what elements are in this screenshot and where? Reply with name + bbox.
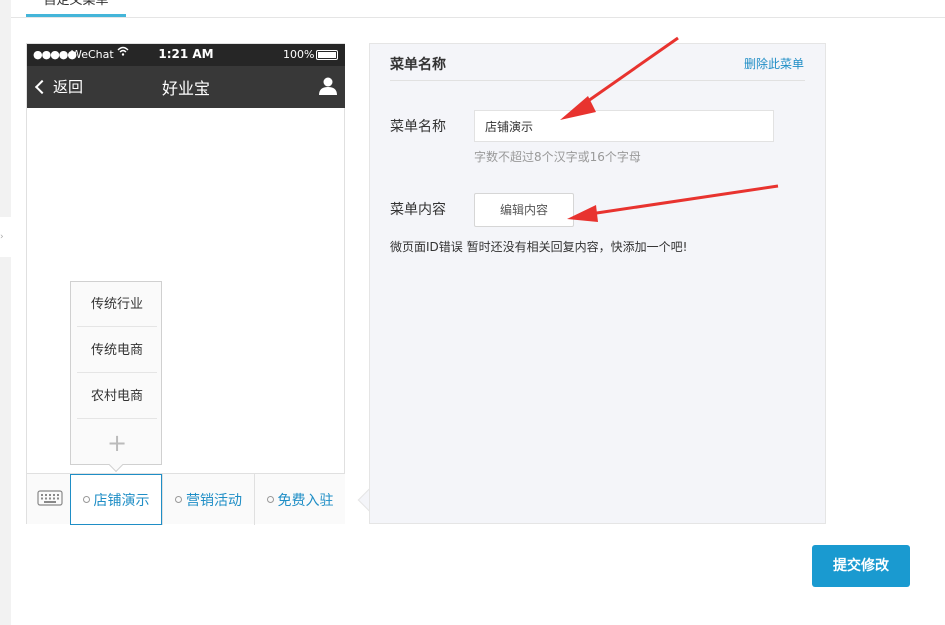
menu-dot-icon	[175, 496, 182, 503]
account-title: 好业宝	[161, 79, 210, 98]
menu-name-label: 菜单名称	[390, 119, 446, 135]
battery-icon	[316, 50, 338, 60]
edit-content-button[interactable]: 编辑内容	[474, 193, 574, 227]
left-sidebar-strip	[0, 0, 11, 625]
submenu-item[interactable]: 农村电商	[77, 374, 157, 419]
chevron-right-icon: ›	[0, 232, 4, 242]
user-icon[interactable]	[318, 76, 338, 96]
submenu-popup: 传统行业 传统电商 农村电商 +	[70, 281, 162, 465]
submit-changes-button[interactable]: 提交修改	[812, 545, 910, 587]
menu-name-hint: 字数不超过8个汉字或16个字母	[474, 150, 641, 164]
editor-header-divider	[390, 80, 805, 81]
menu-item-label: 免费入驻	[277, 492, 334, 509]
menu-item-marketing[interactable]: 营销活动	[162, 474, 254, 525]
keyboard-icon[interactable]	[37, 488, 63, 508]
menu-item-label: 店铺演示	[93, 492, 150, 509]
menu-dot-icon	[82, 496, 90, 503]
menu-item-store-demo[interactable]: 店铺演示	[70, 474, 162, 525]
phone-status-bar: ●●●●● WeChat 1:21 AM 100%	[27, 44, 345, 66]
menu-editor-panel: 菜单名称 删除此菜单 菜单名称 字数不超过8个汉字或16个字母 菜单内容 编辑内…	[369, 43, 826, 524]
delete-menu-link[interactable]: 删除此菜单	[744, 55, 804, 72]
menu-content-label: 菜单内容	[390, 202, 446, 218]
menu-item-label: 营销活动	[186, 492, 242, 509]
sidebar-toggle-handle[interactable]: ›	[0, 217, 11, 257]
custom-menu-bar: 店铺演示 营销活动 免费入驻	[27, 473, 345, 525]
phone-nav-bar: 返回 好业宝	[27, 66, 345, 108]
content-error-note: 微页面ID错误 暂时还没有相关回复内容，快添加一个吧!	[390, 240, 688, 254]
menu-item-free-join[interactable]: 免费入驻	[254, 474, 345, 525]
submenu-item[interactable]: 传统电商	[77, 328, 157, 373]
tab-bar-divider	[11, 17, 945, 18]
editor-header-title: 菜单名称	[390, 57, 446, 73]
menu-dot-icon	[266, 496, 274, 503]
submenu-item[interactable]: 传统行业	[77, 282, 157, 327]
menu-name-input[interactable]	[474, 110, 774, 142]
phone-preview: ●●●●● WeChat 1:21 AM 100% 返回 好业宝 传统行业 传统…	[26, 43, 345, 525]
battery-percent: 100%	[283, 48, 315, 61]
